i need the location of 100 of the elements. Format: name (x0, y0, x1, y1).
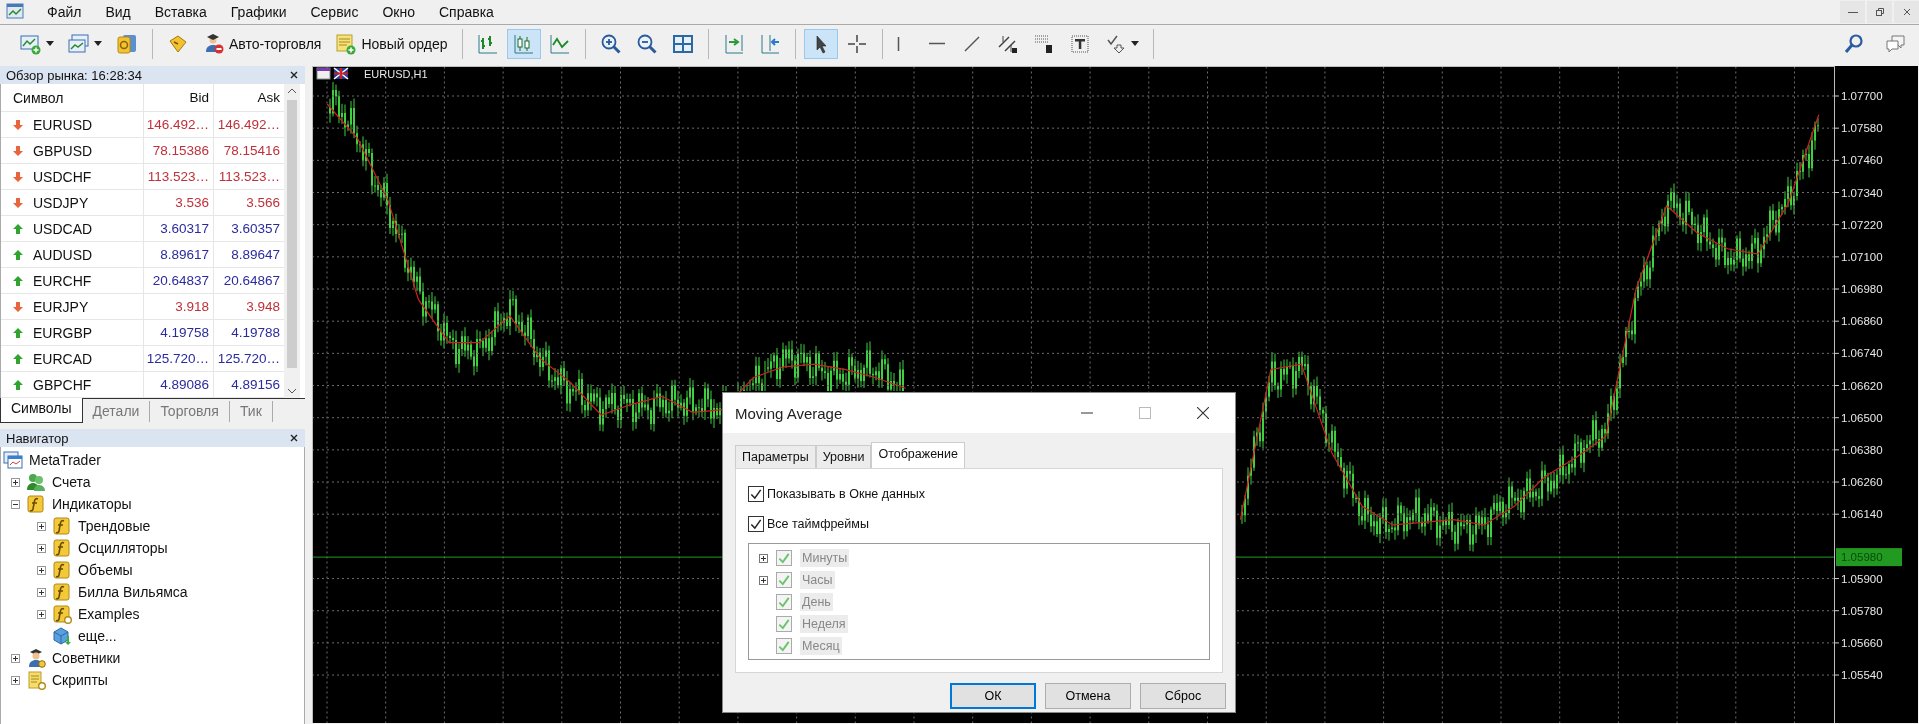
tree-item[interactable]: Советники (52, 650, 121, 666)
table-cell: 3.536 (144, 190, 214, 215)
tab[interactable]: Торговля (150, 401, 230, 422)
dialog-button[interactable]: Отмена (1045, 683, 1131, 709)
chart-window-icon (20, 32, 42, 55)
tree-item[interactable]: Индикаторы (52, 496, 132, 512)
table-cell-text: 146.492… (216, 116, 281, 134)
panel-title: Обзор рынка: 16:28:34 (6, 67, 142, 83)
table-cell-text: 78.15416 (222, 142, 281, 160)
tree-item[interactable]: Трендовые (78, 518, 151, 534)
close-icon[interactable] (289, 433, 299, 443)
expand-icon[interactable] (11, 675, 20, 685)
notepad-plus-icon (335, 32, 358, 55)
scroll-up-icon[interactable] (287, 88, 297, 94)
tree-item[interactable]: Examples (78, 606, 140, 622)
column-header[interactable]: Символ (1, 84, 144, 111)
expand-icon[interactable] (11, 477, 20, 487)
table-cell: 3.918 (144, 294, 214, 319)
expand-icon[interactable] (37, 543, 46, 553)
tree-item[interactable]: Осцилляторы (78, 540, 168, 556)
dialog-button[interactable]: ОК (950, 683, 1036, 709)
tree-item[interactable]: еще... (78, 628, 117, 644)
graduate-figure-icon (203, 32, 225, 55)
current-price-tag (1836, 548, 1902, 567)
price-label: 1.07340 (1841, 186, 1883, 199)
vertical-line-icon (896, 35, 900, 52)
symbol-name: USDCAD (33, 220, 93, 237)
price-label: 1.07460 (1841, 154, 1883, 167)
checkbox[interactable] (748, 486, 764, 502)
symbol-name: EURCAD (33, 350, 93, 367)
close-icon[interactable] (289, 70, 299, 80)
menu-item[interactable]: Справка (431, 4, 511, 20)
people-icon (26, 472, 46, 492)
app-icon (6, 2, 26, 22)
tab[interactable]: Детали (82, 401, 151, 422)
column-header[interactable]: Ask (214, 84, 284, 111)
price-label: 1.07220 (1841, 218, 1883, 231)
expand-icon[interactable] (37, 609, 46, 619)
tab[interactable]: Символы (0, 398, 83, 423)
tab[interactable]: Уровни (815, 445, 872, 468)
scrollbar[interactable] (284, 84, 300, 398)
menu-item[interactable]: Сервис (303, 4, 376, 20)
tab[interactable]: Параметры (735, 445, 816, 468)
candlestick-icon (512, 32, 535, 55)
arrow-right-icon (722, 32, 745, 55)
menu-item[interactable]: Вставка (147, 4, 224, 20)
expand-icon[interactable] (37, 521, 46, 531)
menu-item[interactable]: Окно (375, 4, 432, 20)
scroll-down-icon[interactable] (287, 388, 297, 394)
table-cell-text: 3.948 (245, 298, 281, 316)
price-label: 1.05540 (1841, 669, 1883, 682)
tree-item[interactable]: Счета (52, 474, 91, 490)
menu-item[interactable]: Вид (98, 4, 148, 20)
tab[interactable]: Отображение (871, 442, 965, 468)
table-cell-text: 20.64867 (222, 272, 281, 290)
table-cell-text: 4.19788 (230, 324, 281, 342)
expand-icon[interactable] (37, 587, 46, 597)
expand-icon[interactable] (37, 565, 46, 575)
menu-item[interactable]: Файл (40, 4, 99, 20)
arrow-left-icon (758, 32, 781, 55)
menu-item[interactable]: Графики (223, 4, 304, 20)
dialog-title: Moving Average (735, 404, 843, 422)
panel-title: Навигатор (6, 430, 69, 446)
table-cell: 146.492… (144, 112, 214, 137)
table-cell-text: 3.566 (245, 194, 281, 212)
function-gear-icon (52, 604, 72, 624)
close-icon[interactable] (1197, 407, 1209, 419)
table-cell-text: 4.89156 (230, 376, 281, 394)
tree-item[interactable]: Билла Вильямса (78, 584, 188, 600)
tree-item[interactable]: MetaTrader (29, 452, 101, 468)
price-label: 1.06140 (1841, 508, 1883, 521)
symbol-name: EURGBP (33, 324, 93, 341)
tree-item[interactable]: Скрипты (52, 672, 108, 688)
price-label: 1.06860 (1841, 315, 1883, 328)
search-icon (1843, 32, 1865, 55)
line-chart-icon (548, 32, 571, 55)
collapse-icon[interactable] (11, 499, 20, 509)
dialog-button[interactable]: Сброс (1140, 683, 1226, 709)
speech-bubbles-icon (1885, 32, 1907, 55)
table-cell: 8.89617 (144, 242, 214, 267)
tab[interactable]: Тик (229, 401, 273, 422)
cursor-button[interactable] (803, 28, 838, 59)
price-label: 1.06620 (1841, 379, 1883, 392)
horizontal-line-icon (928, 42, 945, 45)
zoom-out-icon (635, 32, 658, 55)
table-cell: 4.89086 (144, 372, 214, 397)
new-order-button[interactable]: Новый ордер (329, 28, 454, 59)
function-icon (26, 494, 46, 514)
close-button[interactable] (1894, 1, 1919, 23)
tree-item[interactable]: Объемы (78, 562, 133, 578)
symbol-name: EURUSD (33, 116, 93, 133)
restore-icon (1874, 7, 1885, 17)
restore-button[interactable] (1867, 1, 1892, 23)
checkbox-label: Показывать в Окне данных (767, 487, 925, 501)
table-cell-text: 8.89647 (230, 246, 281, 264)
auto-trading-button[interactable]: Авто-торговля (197, 28, 328, 59)
checkbox[interactable] (748, 516, 764, 532)
price-label: 1.05780 (1841, 604, 1883, 617)
expand-icon[interactable] (11, 653, 20, 663)
column-header[interactable]: Bid (144, 84, 214, 111)
